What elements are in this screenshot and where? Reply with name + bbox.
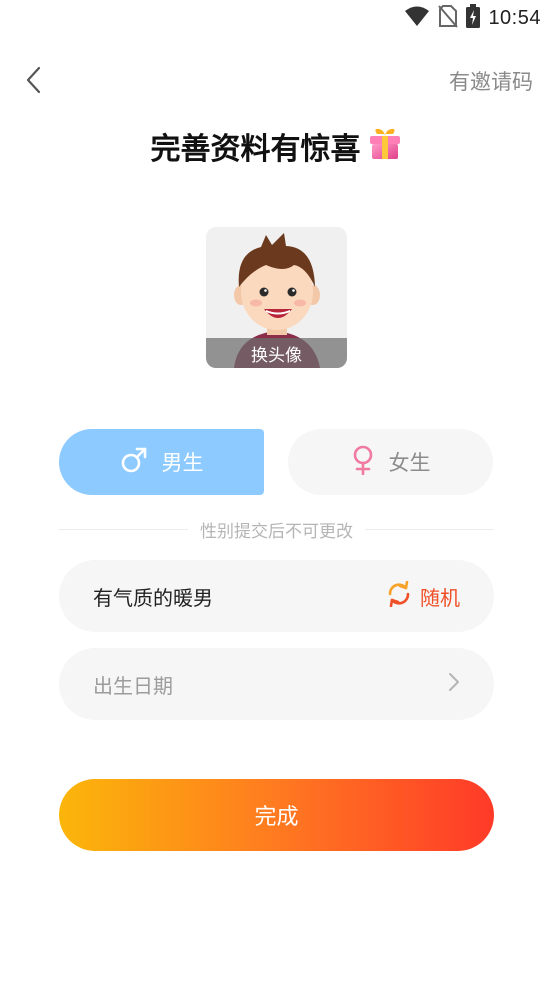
change-avatar-label[interactable]: 换头像 bbox=[206, 338, 347, 368]
random-label: 随机 bbox=[420, 585, 460, 610]
gender-male-label: 男生 bbox=[161, 451, 204, 475]
birth-date-field[interactable]: 出生日期 bbox=[59, 648, 494, 720]
avatar[interactable]: 换头像 bbox=[206, 227, 347, 368]
nickname-value: 有气质的暖男 bbox=[93, 585, 213, 610]
invite-code-link[interactable]: 有邀请码 bbox=[449, 66, 533, 96]
divider-right bbox=[365, 528, 494, 530]
title-row: 完善资料有惊喜 bbox=[0, 124, 553, 168]
gender-female-button[interactable]: 女生 bbox=[288, 429, 493, 495]
refresh-icon bbox=[386, 580, 412, 612]
status-icons: 10:54 bbox=[404, 4, 541, 32]
gender-male-button[interactable]: 男生 bbox=[59, 429, 264, 495]
gift-icon bbox=[367, 126, 403, 166]
status-time: 10:54 bbox=[488, 6, 541, 29]
status-bar: 10:54 bbox=[0, 0, 553, 36]
chevron-right-icon bbox=[448, 672, 460, 696]
done-button[interactable]: 完成 bbox=[59, 779, 494, 851]
battery-charging-icon bbox=[466, 4, 481, 32]
gender-note-row: 性别提交后不可更改 bbox=[59, 516, 494, 542]
profile-completion-screen: 10:54 有邀请码 完善资料有惊喜 换头像 男生 女生 性别提交后不可更改 有… bbox=[0, 0, 553, 983]
male-icon bbox=[120, 446, 148, 479]
female-icon bbox=[351, 445, 375, 480]
back-button[interactable] bbox=[18, 62, 48, 102]
random-nickname-button[interactable]: 随机 bbox=[386, 580, 460, 612]
nickname-field[interactable]: 有气质的暖男 随机 bbox=[59, 560, 494, 632]
wifi-icon bbox=[404, 5, 430, 31]
page-title: 完善资料有惊喜 bbox=[150, 132, 361, 167]
divider-left bbox=[59, 528, 188, 530]
chevron-left-icon bbox=[25, 66, 41, 98]
no-sim-icon bbox=[438, 4, 459, 32]
gender-female-label: 女生 bbox=[388, 451, 431, 475]
gender-note: 性别提交后不可更改 bbox=[200, 521, 353, 542]
birth-date-placeholder: 出生日期 bbox=[93, 673, 173, 698]
